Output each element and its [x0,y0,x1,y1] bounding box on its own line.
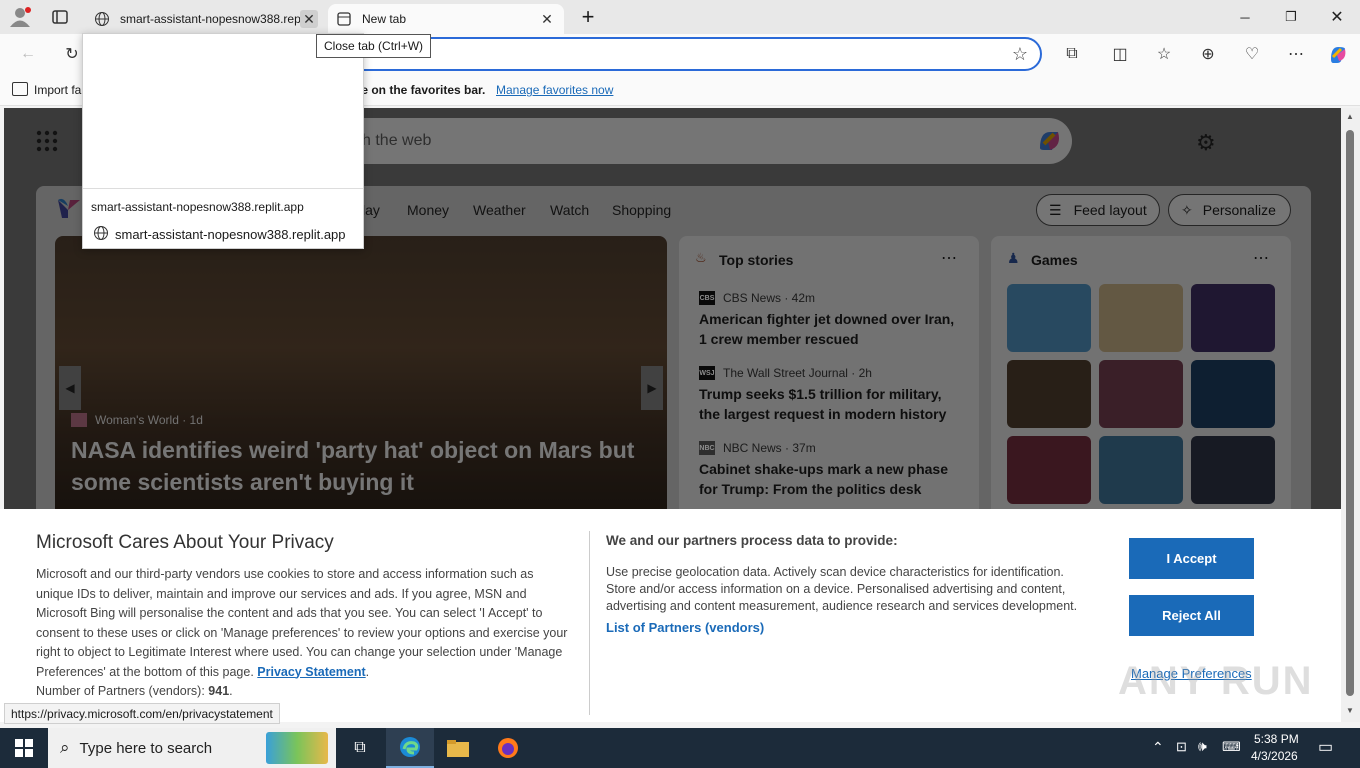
restore-button[interactable]: ❐ [1268,0,1314,34]
manage-favorites-link[interactable]: Manage favorites now [496,83,613,97]
privacy-statement-link[interactable]: Privacy Statement [257,665,365,679]
scroll-up-icon[interactable]: ▲ [1346,112,1354,121]
hovercard-url-text: smart-assistant-nopesnow388.replit.app [115,227,346,242]
clock-time[interactable]: 5:38 PM [1254,732,1299,746]
page-scrollbar[interactable]: ▲ ▼ [1341,108,1360,722]
more-icon[interactable]: ⋯ [1282,42,1310,66]
scrollbar-thumb[interactable] [1346,130,1354,696]
extensions-icon[interactable]: ⧉ [1058,42,1086,66]
taskbar-search-placeholder: Type here to search [79,739,213,757]
status-bar-url: https://privacy.microsoft.com/en/privacy… [4,703,280,724]
anyrun-watermark: ANY RUN [1118,659,1314,703]
import-favorites-icon [12,82,28,96]
favorite-star-icon[interactable]: ☆ [1012,44,1028,65]
minimize-button[interactable]: ─ [1222,0,1268,34]
close-tab-button[interactable]: ✕ [538,10,556,28]
scroll-down-icon[interactable]: ▼ [1346,706,1354,715]
network-icon[interactable]: ⊡ [1176,739,1187,755]
notifications-icon[interactable]: ▭ [1318,737,1333,757]
split-screen-icon[interactable]: ◫ [1106,42,1134,66]
file-explorer-icon[interactable] [434,728,482,768]
globe-icon [94,11,110,27]
accept-button[interactable]: I Accept [1129,538,1254,579]
profile-icon[interactable] [8,6,32,28]
privacy-body: Microsoft and our third-party vendors us… [36,567,568,698]
tab-strip: smart-assistant-nopesnow388.replit.app ✕… [0,0,1360,34]
browser-essentials-icon[interactable]: ♡ [1238,42,1266,66]
tab-label: smart-assistant-nopesnow388.replit.app [120,12,300,26]
import-favorites-link[interactable]: Import fa [34,83,81,97]
tab-label: New tab [362,12,407,26]
vertical-tabs-icon[interactable] [50,8,70,26]
collections-icon[interactable]: ⊕ [1194,42,1222,66]
tray-chevron-icon[interactable]: ⌃ [1152,739,1164,756]
tab-hover-card: smart-assistant-nopesnow388.replit.app s… [82,33,364,249]
data-body: Use precise geolocation data. Actively s… [606,565,1078,613]
close-tab-tooltip: Close tab (Ctrl+W) [316,34,432,58]
privacy-body-text: Microsoft and our third-party vendors us… [36,567,568,679]
windows-taskbar: ⌕ Type here to search ⧉ ⌃ ⊡ 🕪 ⌨ 5:38 PM … [0,728,1360,768]
task-view-icon[interactable]: ⧉ [336,728,384,768]
favorites-icon[interactable]: ☆ [1150,42,1178,66]
volume-icon[interactable]: 🕪 [1198,738,1207,755]
newtab-icon [336,11,352,27]
input-indicator-icon[interactable]: ⌨ [1222,739,1241,755]
edge-app-icon[interactable] [386,728,434,768]
close-window-button[interactable]: ✕ [1314,0,1360,34]
copilot-icon[interactable] [1324,42,1352,66]
search-highlight-icon [266,732,328,764]
globe-icon [93,225,109,244]
start-button[interactable] [0,728,48,768]
firefox-icon[interactable] [484,728,532,768]
partners-count: 941 [208,684,230,698]
reject-all-button[interactable]: Reject All [1129,595,1254,636]
new-tab-button[interactable]: + [576,4,600,30]
data-heading: We and our partners process data to prov… [606,533,898,548]
privacy-consent-banner: Microsoft Cares About Your Privacy Micro… [0,509,1341,722]
favbar-message: ere on the favorites bar. [350,83,486,97]
clock-date[interactable]: 4/3/2026 [1251,749,1298,763]
taskbar-search[interactable]: ⌕ Type here to search [48,728,336,768]
back-icon[interactable]: ← [14,42,42,66]
tab-replit[interactable]: smart-assistant-nopesnow388.replit.app ✕ [86,4,326,34]
search-icon: ⌕ [60,738,70,757]
close-tab-button[interactable]: ✕ [300,10,318,28]
partners-label: Number of Partners (vendors): [36,684,205,698]
privacy-divider [589,531,590,715]
tab-new-tab[interactable]: New tab ✕ [328,4,564,34]
hovercard-url: smart-assistant-nopesnow388.replit.app [93,225,346,244]
hovercard-title: smart-assistant-nopesnow388.replit.app [91,200,304,214]
privacy-heading: Microsoft Cares About Your Privacy [36,532,334,553]
partners-list-link[interactable]: List of Partners (vendors) [606,620,764,635]
